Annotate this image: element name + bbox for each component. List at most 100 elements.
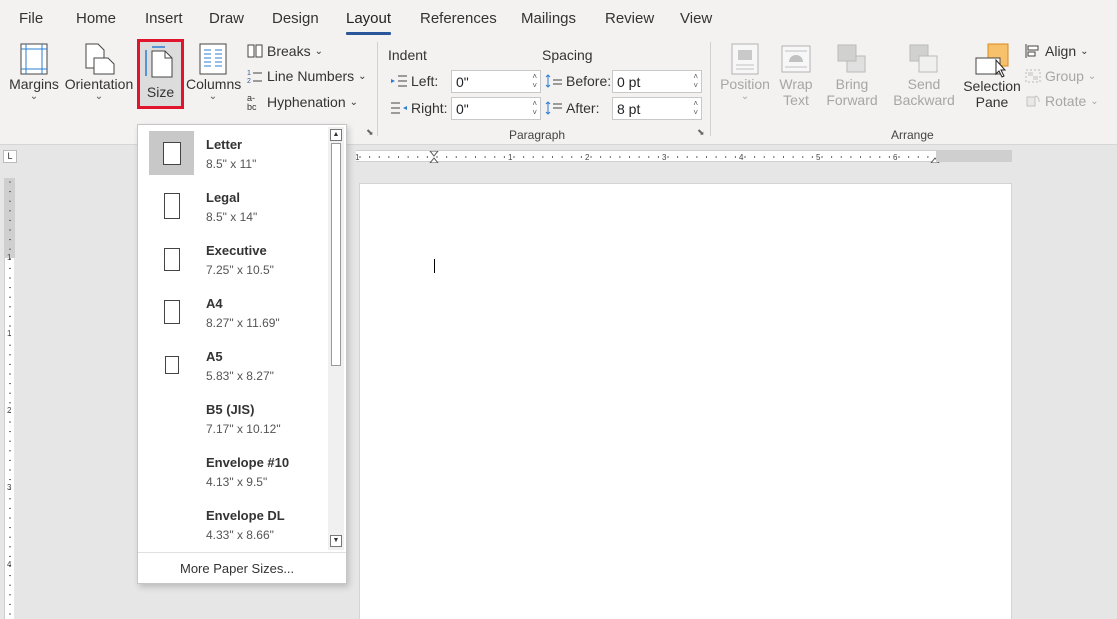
tab-review[interactable]: Review	[605, 10, 654, 27]
horizontal-ruler[interactable]: 11234567	[356, 150, 1012, 163]
scroll-up-icon[interactable]: ▲	[330, 129, 342, 141]
wrap-text-button[interactable]: Wrap Text	[774, 42, 818, 108]
tab-references[interactable]: References	[420, 10, 497, 27]
size-option-dimensions: 8.5" x 11"	[206, 157, 257, 171]
spacing-before-input[interactable]: 0 pt ˄ ˅	[612, 70, 702, 93]
size-dropdown: Letter 8.5" x 11" Legal 8.5" x 14" Executive…	[137, 124, 347, 584]
spacing-before-icon	[545, 74, 562, 88]
size-option-executive[interactable]: Executive 7.25" x 10.5"	[138, 233, 328, 286]
breaks-label: Breaks	[267, 43, 311, 59]
size-option-envelope-10[interactable]: Envelope #10 4.13" x 9.5"	[138, 445, 328, 498]
rotate-button[interactable]: Rotate ⌄	[1025, 93, 1099, 109]
line-numbers-label: Line Numbers	[267, 68, 355, 84]
spin-arrows-icon[interactable]: ˄ ˅	[693, 72, 698, 90]
paper-size-icon	[149, 449, 194, 493]
bring-forward-button[interactable]: Bring Forward	[820, 42, 884, 108]
rotate-label: Rotate	[1045, 93, 1087, 109]
ruler-number: 1	[7, 253, 12, 262]
size-button[interactable]: Size	[137, 39, 184, 109]
tab-home[interactable]: Home	[76, 10, 116, 27]
document-page[interactable]	[359, 183, 1012, 619]
size-option-name: Envelope #10	[206, 455, 290, 470]
spacing-before-label: Before:	[545, 73, 611, 89]
vertical-ruler[interactable]: 1 1 2 3 4	[4, 178, 15, 619]
svg-text:bc: bc	[247, 102, 257, 111]
indent-left-label: Left:	[390, 73, 438, 89]
paper-size-icon	[149, 131, 194, 175]
size-option-legal[interactable]: Legal 8.5" x 14"	[138, 180, 328, 233]
paper-size-icon	[149, 290, 194, 334]
size-option-a4[interactable]: A4 8.27" x 11.69"	[138, 286, 328, 339]
paper-size-icon	[149, 502, 194, 546]
group-button[interactable]: Group ⌄	[1025, 68, 1096, 84]
size-option-dimensions: 7.17" x 10.12"	[206, 422, 281, 436]
orientation-icon	[85, 43, 115, 75]
spin-arrows-icon[interactable]: ˄ ˅	[693, 99, 698, 117]
send-backward-label-1: Send	[907, 76, 941, 92]
size-option-letter[interactable]: Letter 8.5" x 11"	[138, 127, 328, 180]
size-option-name: Legal	[206, 190, 240, 205]
hyphenation-button[interactable]: a-bc Hyphenation ⌄	[247, 93, 358, 111]
breaks-button[interactable]: Breaks ⌄	[247, 43, 323, 59]
selection-pane-label-2: Pane	[975, 94, 1009, 110]
tab-file[interactable]: File	[19, 10, 43, 27]
size-option-b5-jis[interactable]: B5 (JIS) 7.17" x 10.12"	[138, 392, 328, 445]
spin-arrows-icon[interactable]: ˄ ˅	[532, 99, 537, 117]
indent-right-input[interactable]: 0" ˄ ˅	[451, 97, 541, 120]
spacing-title: Spacing	[542, 47, 593, 63]
scrollbar-thumb[interactable]	[331, 143, 341, 366]
tab-mailings[interactable]: Mailings	[521, 10, 576, 27]
selection-pane-button[interactable]: Selection Pane	[963, 42, 1021, 110]
more-paper-sizes-button[interactable]: More Paper Sizes...	[180, 561, 294, 576]
wrap-text-icon	[781, 45, 811, 73]
paragraph-group-label: Paragraph	[509, 128, 566, 142]
spacing-after-icon	[545, 101, 562, 115]
tab-selector[interactable]: L	[3, 150, 17, 163]
chevron-down-icon: ⌄	[740, 91, 750, 102]
paper-size-icon	[149, 343, 194, 387]
margins-button[interactable]: Margins ⌄	[8, 42, 60, 102]
paper-size-icon	[149, 237, 194, 281]
svg-text:1: 1	[247, 70, 251, 77]
margins-icon	[20, 43, 48, 75]
ruler-number: 2	[585, 153, 590, 162]
size-option-dimensions: 4.13" x 9.5"	[206, 475, 268, 489]
size-option-name: A4	[206, 296, 223, 311]
size-option-envelope-dl[interactable]: Envelope DL 4.33" x 8.66"	[138, 498, 328, 551]
indent-right-icon	[391, 102, 407, 114]
position-button[interactable]: Position ⌄	[718, 42, 772, 102]
tab-layout[interactable]: Layout	[346, 10, 392, 35]
svg-text:2: 2	[247, 78, 251, 84]
size-option-name: Letter	[206, 137, 243, 152]
paper-size-icon	[149, 396, 194, 440]
scroll-down-icon[interactable]: ▼	[330, 535, 342, 547]
line-numbers-button[interactable]: 12 Line Numbers ⌄	[247, 68, 367, 84]
tab-view[interactable]: View	[680, 10, 712, 27]
spin-arrows-icon[interactable]: ˄ ˅	[532, 72, 537, 90]
dropdown-scrollbar[interactable]: ▲ ▼	[328, 127, 344, 550]
size-option-dimensions: 7.25" x 10.5"	[206, 263, 274, 277]
columns-button[interactable]: Columns ⌄	[186, 42, 241, 102]
size-option-a5[interactable]: A5 5.83" x 8.27"	[138, 339, 328, 392]
align-label: Align	[1045, 43, 1077, 59]
arrange-group-label: Arrange	[891, 128, 934, 142]
align-button[interactable]: Align ⌄	[1025, 43, 1089, 59]
tab-insert[interactable]: Insert	[145, 10, 183, 27]
send-backward-label-2: Backward	[893, 92, 955, 108]
hyphenation-label: Hyphenation	[267, 94, 346, 110]
orientation-button[interactable]: Orientation ⌄	[63, 42, 135, 102]
indent-title: Indent	[388, 47, 427, 63]
send-backward-button[interactable]: Send Backward	[887, 42, 961, 108]
group-icon	[1025, 69, 1041, 83]
selection-pane-label-1: Selection	[963, 78, 1021, 94]
bring-forward-icon	[837, 44, 866, 73]
spacing-after-input[interactable]: 8 pt ˄ ˅	[612, 97, 702, 120]
chevron-down-icon: ⌄	[29, 91, 39, 102]
page-setup-launcher-icon[interactable]: ⬊	[366, 127, 374, 138]
tab-draw[interactable]: Draw	[209, 10, 244, 27]
tab-design[interactable]: Design	[272, 10, 319, 27]
indent-left-input[interactable]: 0" ˄ ˅	[451, 70, 541, 93]
ruler-number: 1	[7, 329, 12, 338]
ruler-right-margin	[936, 150, 1012, 162]
paragraph-launcher-icon[interactable]: ⬊	[697, 127, 705, 138]
